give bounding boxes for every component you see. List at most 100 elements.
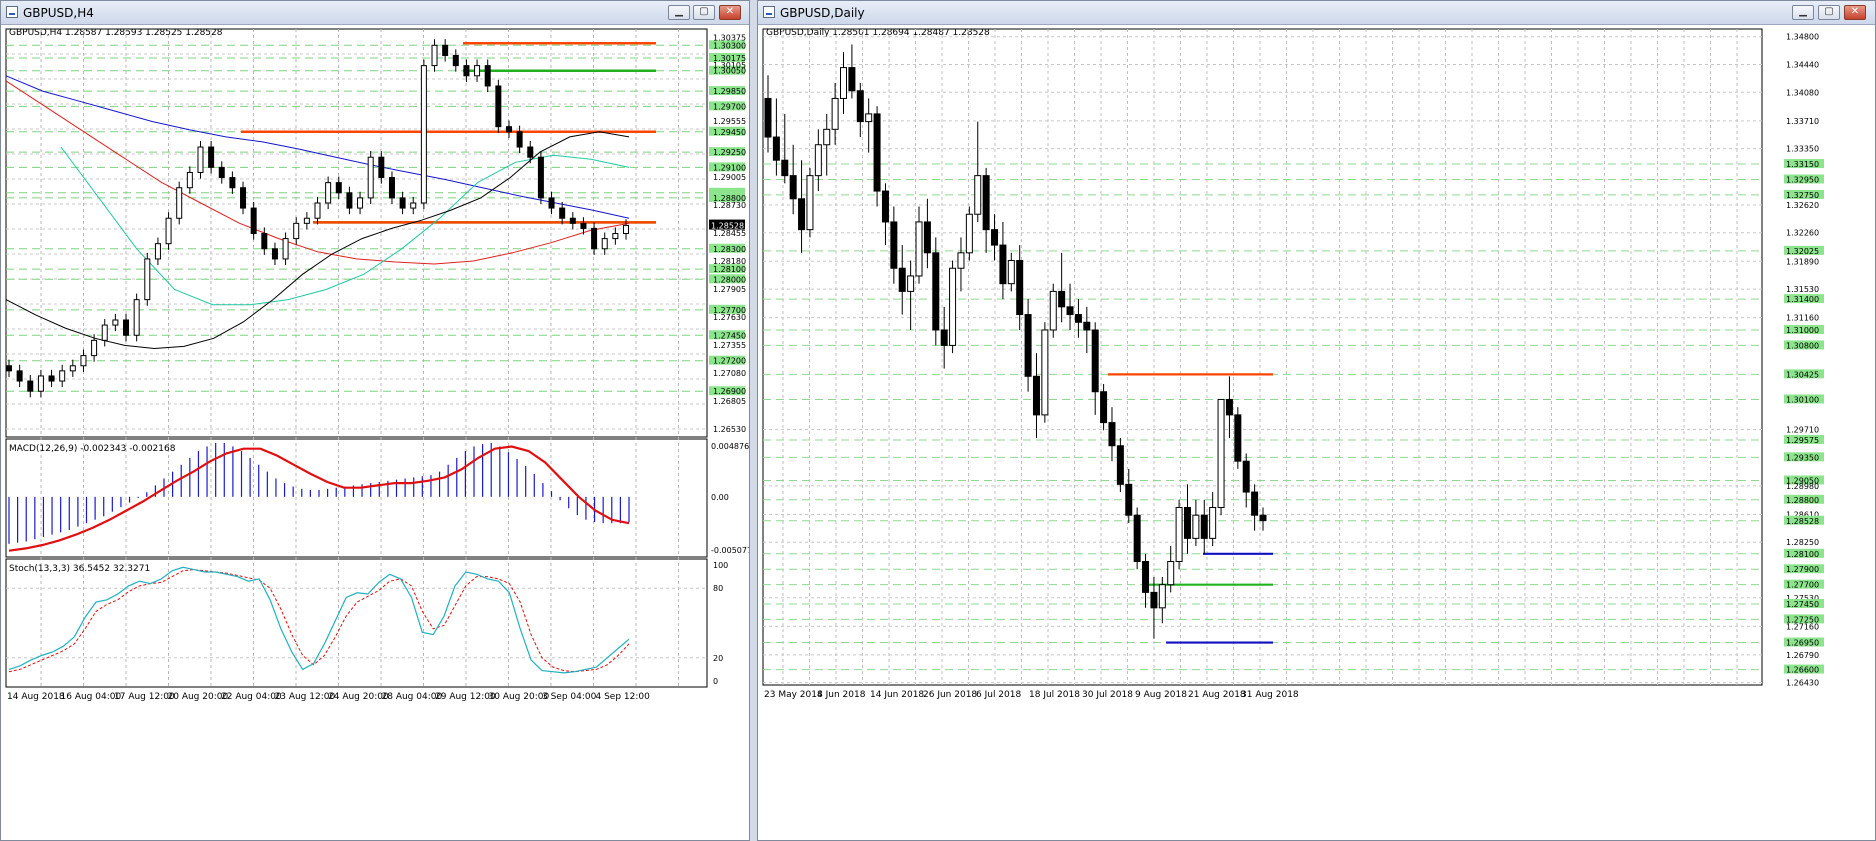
- candle-body: [1066, 306, 1074, 316]
- daily-price-pane-frame: [762, 28, 1763, 686]
- price-scale-label: 1.30800: [1786, 341, 1819, 350]
- stoch-pane-frame: [5, 558, 708, 688]
- candle-body: [1158, 584, 1166, 609]
- candle-body: [133, 299, 140, 336]
- price-scale-label: 1.30050: [713, 67, 746, 76]
- daily-date-label: 14 Jun 2018: [870, 690, 924, 700]
- price-scale-label: 1.27080: [713, 369, 746, 378]
- candle-body: [623, 224, 629, 235]
- candle-body: [1217, 398, 1225, 508]
- candle-body: [840, 67, 848, 99]
- candle-body: [1116, 445, 1124, 485]
- candle-body: [965, 213, 973, 254]
- candle-body: [271, 248, 278, 260]
- candle-body: [1209, 506, 1217, 539]
- price-scale-label: 1.26805: [713, 397, 746, 406]
- price-scale-label: 1.30425: [1786, 370, 1819, 379]
- candle-body: [772, 136, 780, 161]
- price-scale-label: 1.27900: [1786, 565, 1819, 574]
- candle-body: [1242, 460, 1250, 493]
- macd-signal-line: [8, 445, 630, 552]
- price-scale-label: 1.29005: [713, 173, 746, 182]
- candle-body: [1125, 483, 1133, 516]
- price-scale-label: 1.26790: [1786, 651, 1819, 660]
- price-scale-label: 1.29575: [1786, 436, 1819, 445]
- price-scale-label: 1.28730: [713, 201, 746, 210]
- price-scale-label: 1.27630: [713, 313, 746, 322]
- stoch-scale-label: 0: [713, 677, 718, 686]
- candle-body: [1259, 514, 1267, 522]
- price-scale-label: 1.34800: [1786, 33, 1819, 42]
- daily-chart-canvas[interactable]: GBPUSD,Daily 1.28501 1.28694 1.28487 1.2…: [758, 25, 1875, 840]
- candle-body: [69, 365, 76, 372]
- h4-date-label: 24 Aug 20:00: [328, 692, 389, 702]
- candle-body: [197, 146, 204, 173]
- price-scale-label: 1.31530: [1786, 285, 1819, 294]
- candle-body: [848, 67, 856, 92]
- price-scale-label: 1.26600: [1786, 666, 1819, 675]
- price-scale-label: 1.28980: [1786, 482, 1819, 491]
- minimize-button[interactable]: ▁: [1792, 5, 1814, 20]
- candle-body: [229, 177, 236, 189]
- candle-body: [537, 156, 544, 199]
- candle-body: [1150, 591, 1158, 609]
- close-button[interactable]: ✕: [1844, 5, 1866, 20]
- candle-body: [1225, 398, 1233, 416]
- candle-body: [527, 146, 534, 158]
- daily-date-label: 9 Aug 2018: [1135, 690, 1187, 700]
- candle-body: [890, 221, 898, 269]
- candle-body: [154, 243, 161, 260]
- h4-window-titlebar[interactable]: GBPUSD,H4 ▁ ▢ ✕: [1, 1, 749, 25]
- candle-body: [1024, 314, 1032, 377]
- candle-body: [940, 329, 948, 346]
- candle-body: [873, 113, 881, 192]
- minimize-button[interactable]: ▁: [668, 5, 690, 20]
- candle-body: [218, 166, 225, 179]
- h4-date-label: 29 Aug 12:00: [435, 692, 496, 702]
- candle-body: [949, 267, 957, 346]
- candle-body: [144, 258, 151, 301]
- candle-body: [474, 65, 481, 77]
- maximize-button[interactable]: ▢: [1818, 5, 1840, 20]
- candle-body: [957, 252, 965, 269]
- daily-date-label: 4 Jun 2018: [817, 690, 866, 700]
- candle-body: [27, 380, 34, 392]
- price-scale-label: 1.33710: [1786, 117, 1819, 126]
- candle-body: [452, 54, 459, 67]
- h4-chart-window: GBPUSD,H4 ▁ ▢ ✕ GBPUSD,H4 1.28587 1.2859…: [0, 0, 750, 841]
- candle-body: [1251, 491, 1259, 516]
- candle-body: [806, 175, 814, 231]
- price-scale-label: 1.28455: [713, 229, 746, 238]
- candle-body: [907, 275, 915, 292]
- h4-date-label: 14 Aug 2018: [7, 692, 65, 702]
- price-scale-label: 1.32750: [1786, 191, 1819, 200]
- candle-body: [1234, 414, 1242, 462]
- candle-body: [59, 370, 66, 382]
- price-scale-label: 1.28100: [1786, 550, 1819, 559]
- price-scale-label: 1.29710: [1786, 426, 1819, 435]
- price-scale-label: 1.30100: [1786, 395, 1819, 404]
- candle-body: [798, 198, 806, 231]
- candle-body: [208, 146, 215, 168]
- close-button[interactable]: ✕: [719, 5, 741, 20]
- candle-body: [1074, 314, 1082, 323]
- stoch-label: Stoch(13,3,3) 36.5452 32.3271: [9, 564, 150, 574]
- candle-body: [974, 175, 982, 215]
- candle-body: [399, 197, 406, 209]
- h4-date-label: 20 Aug 20:00: [168, 692, 229, 702]
- candle-body: [781, 159, 789, 177]
- price-scale-label: 1.27700: [1786, 581, 1819, 590]
- candle-body: [101, 324, 108, 341]
- h4-chart-canvas[interactable]: GBPUSD,H4 1.28587 1.28593 1.28525 1.2852…: [1, 25, 749, 840]
- daily-window-titlebar[interactable]: GBPUSD,Daily ▁ ▢ ✕: [758, 1, 1875, 25]
- macd-scale-label: 0.004876: [711, 442, 749, 451]
- price-scale-label: 1.27450: [1786, 600, 1819, 609]
- candle-body: [495, 85, 502, 128]
- price-scale-label: 1.32950: [1786, 175, 1819, 184]
- daily-window-title: GBPUSD,Daily: [780, 6, 865, 20]
- maximize-button[interactable]: ▢: [693, 5, 715, 20]
- candle-body: [1133, 514, 1141, 563]
- price-scale-label: 1.32025: [1786, 247, 1819, 256]
- candle-body: [176, 187, 183, 219]
- candle-body: [357, 197, 364, 209]
